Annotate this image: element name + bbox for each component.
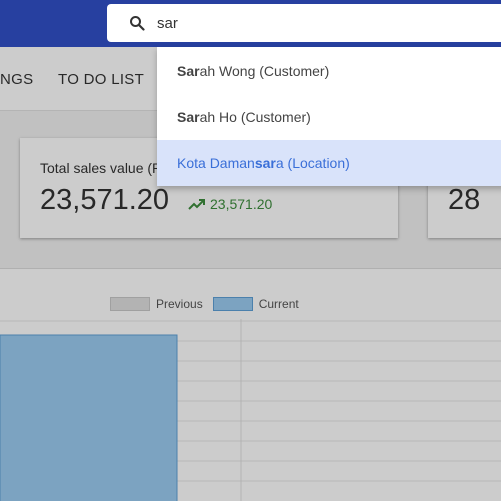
suggestion-item[interactable]: Sarah Ho (Customer) <box>157 94 501 140</box>
suggestion-match: Sar <box>177 63 200 79</box>
suggestion-match: sar <box>254 155 276 171</box>
suggestion-rest: ah Wong (Customer) <box>199 63 330 79</box>
suggestion-text: Kota Damansara (Location) <box>177 155 350 171</box>
search-suggestions-dropdown: Sarah Wong (Customer) Sarah Ho (Customer… <box>157 47 501 186</box>
search-bar <box>107 4 501 42</box>
suggestion-text: Sarah Wong (Customer) <box>177 63 329 79</box>
search-icon <box>130 16 145 31</box>
suggestion-rest: ah Ho (Customer) <box>199 109 311 125</box>
suggestion-match: Sar <box>177 109 200 125</box>
suggestion-rest: a (Location) <box>275 155 350 171</box>
suggestion-text: Sarah Ho (Customer) <box>177 109 311 125</box>
suggestion-item[interactable]: Sarah Wong (Customer) <box>157 48 501 94</box>
search-input[interactable] <box>157 14 477 32</box>
suggestion-before: Kota Daman <box>177 155 255 171</box>
suggestion-item-highlighted[interactable]: Kota Damansara (Location) <box>157 140 501 186</box>
